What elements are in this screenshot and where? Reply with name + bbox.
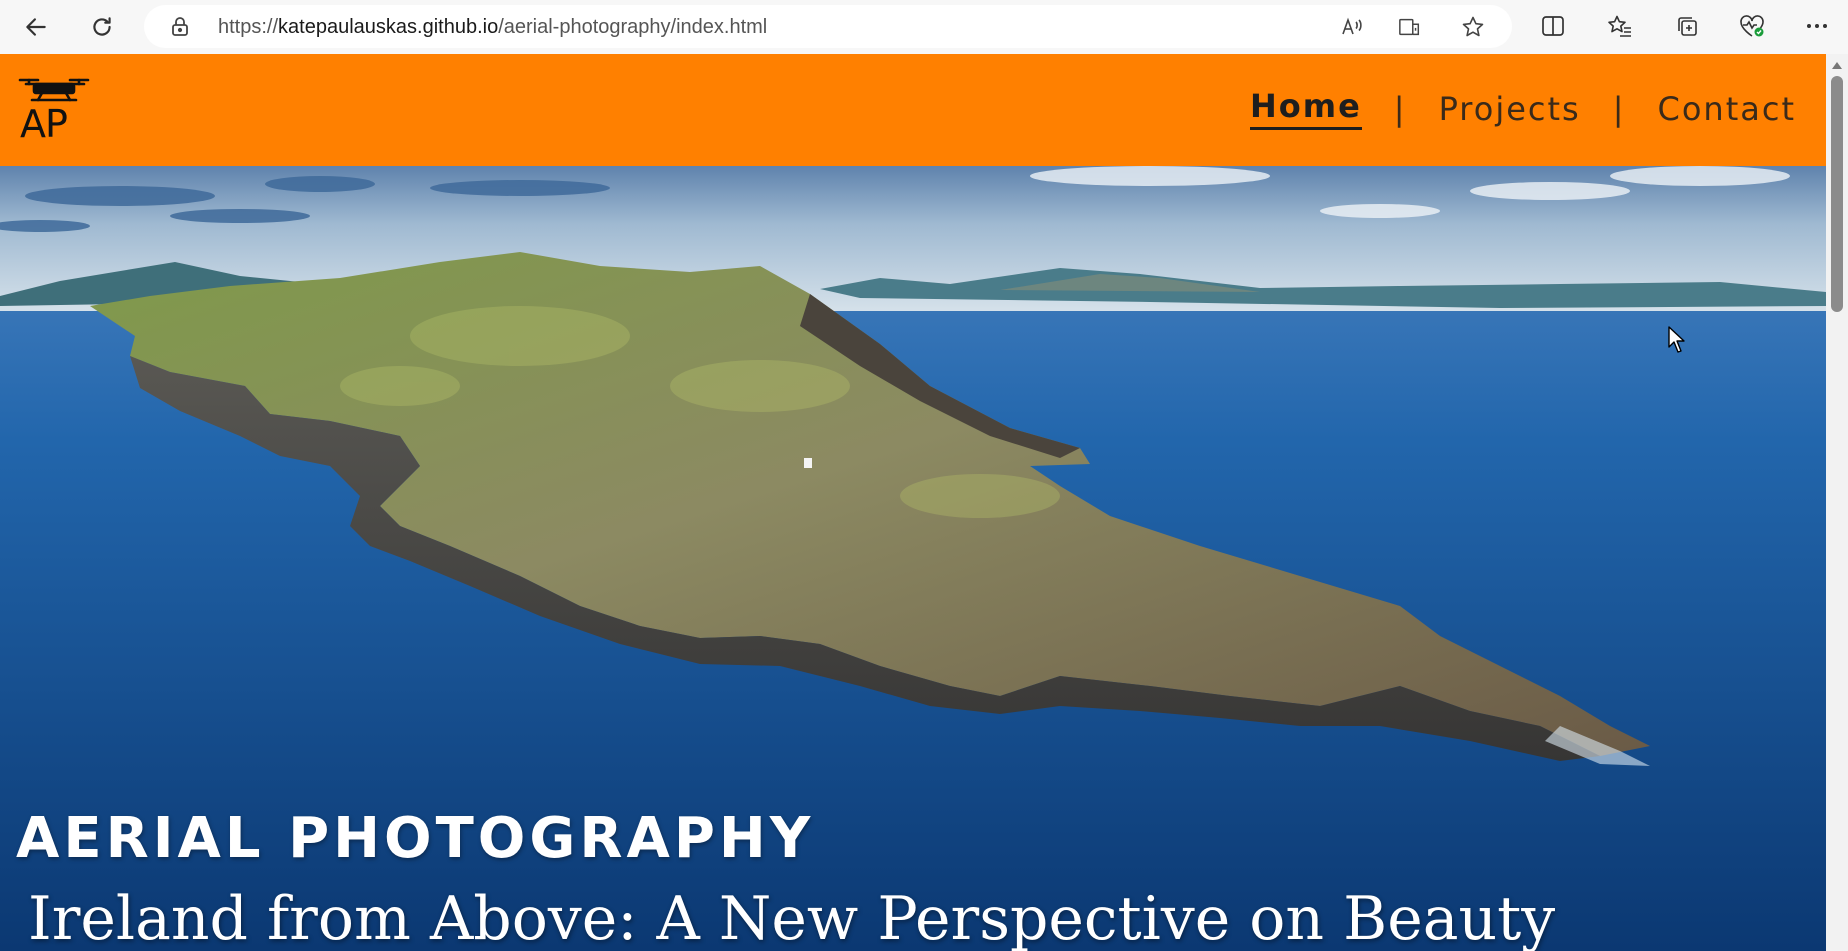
hero-title: AERIAL PHOTOGRAPHY xyxy=(16,806,815,871)
read-aloud-icon[interactable] xyxy=(1340,16,1364,38)
main-nav: Home | Projects | Contact xyxy=(1249,87,1797,130)
page-content: AP Home | Projects | Contact AERIAL PHOT… xyxy=(0,54,1826,951)
page-viewport: AP Home | Projects | Contact AERIAL PHOT… xyxy=(0,54,1848,951)
favorites-icon[interactable] xyxy=(1605,11,1635,41)
back-arrow-icon[interactable] xyxy=(18,9,54,45)
nav-projects[interactable]: Projects xyxy=(1439,90,1581,128)
refresh-icon[interactable] xyxy=(84,9,120,45)
url-path: /aerial-photography/index.html xyxy=(498,16,768,38)
more-icon[interactable] xyxy=(1802,11,1832,41)
page-scrollbar[interactable] xyxy=(1826,54,1848,951)
site-header: AP Home | Projects | Contact xyxy=(0,54,1826,166)
lock-icon[interactable] xyxy=(170,17,190,37)
url-host: katepaulauskas.github.io xyxy=(278,16,499,38)
favorite-star-icon[interactable] xyxy=(1461,16,1485,38)
collections-icon[interactable] xyxy=(1672,11,1702,41)
browser-essentials-icon[interactable] xyxy=(1737,11,1767,41)
browser-toolbar: https://katepaulauskas.github.io/aerial-… xyxy=(0,0,1848,54)
url-text[interactable]: https://katepaulauskas.github.io/aerial-… xyxy=(218,16,767,39)
hero-section: AERIAL PHOTOGRAPHY Ireland from Above: A… xyxy=(0,166,1826,951)
nav-separator: | xyxy=(1393,89,1407,128)
hero-subtitle: Ireland from Above: A New Perspective on… xyxy=(28,884,1556,951)
logo-text: AP xyxy=(20,102,68,146)
nav-home[interactable]: Home xyxy=(1249,87,1362,130)
immersive-reader-icon[interactable] xyxy=(1398,16,1422,38)
scroll-up-arrow-icon[interactable] xyxy=(1831,60,1843,70)
address-bar[interactable]: https://katepaulauskas.github.io/aerial-… xyxy=(144,5,1512,48)
mouse-cursor-icon xyxy=(1668,326,1685,353)
split-screen-icon[interactable] xyxy=(1538,11,1568,41)
scroll-thumb[interactable] xyxy=(1831,76,1843,312)
drone-logo[interactable]: AP xyxy=(18,74,90,146)
nav-separator: | xyxy=(1612,89,1626,128)
url-prefix: https:// xyxy=(218,16,279,38)
nav-contact[interactable]: Contact xyxy=(1658,90,1797,128)
